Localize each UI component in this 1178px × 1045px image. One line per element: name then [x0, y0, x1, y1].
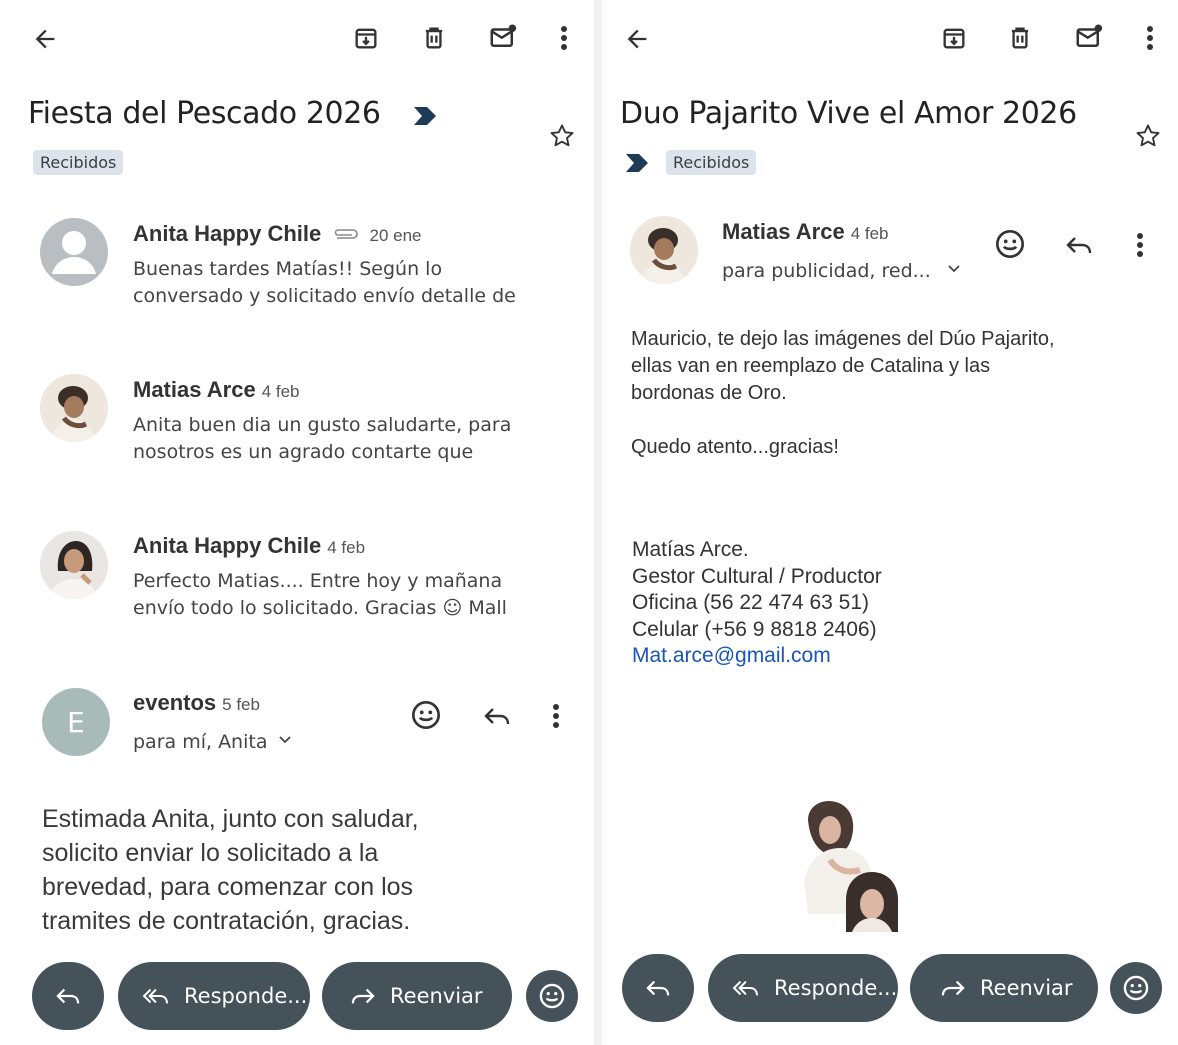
reply-all-icon: [732, 980, 759, 996]
avatar: [630, 216, 698, 284]
reply-button[interactable]: [622, 954, 694, 1022]
reply-all-button[interactable]: Responde...: [708, 954, 898, 1022]
right-email-thread: Duo Pajarito Vive el Amor 2026 Recibidos…: [604, 0, 1178, 1045]
forward-button[interactable]: Reenviar: [322, 962, 512, 1030]
trash-icon[interactable]: [1004, 22, 1036, 54]
message-sender: Matias Arce 4 feb: [133, 377, 300, 403]
message-body: Estimada Anita, junto con saludar, solic…: [42, 805, 419, 935]
importance-marker-icon[interactable]: [622, 150, 652, 176]
more-vert-icon[interactable]: [550, 22, 578, 54]
reply-all-icon: [142, 988, 169, 1004]
message-snippet: Buenas tardes Matías!! Según lo conversa…: [133, 258, 516, 307]
emoji-react-button[interactable]: [526, 970, 578, 1022]
inline-photo[interactable]: [800, 800, 924, 932]
panel-divider: [594, 0, 602, 1045]
signature-role: Gestor Cultural / Productor: [632, 564, 882, 588]
avatar: E: [42, 688, 110, 756]
recipients-label: para publicidad, red...: [722, 260, 931, 282]
chevron-down-icon: [947, 264, 971, 280]
recipients-toggle[interactable]: para mí, Anita: [133, 731, 298, 753]
message-date: 4 feb: [261, 382, 300, 401]
emoji-react-button[interactable]: [1110, 962, 1162, 1014]
message-sender: Anita Happy Chile 4 feb: [133, 533, 365, 559]
message-snippet: Anita buen dia un gusto saludarte, para …: [133, 414, 512, 463]
back-arrow-icon[interactable]: [28, 22, 62, 56]
back-arrow-icon[interactable]: [620, 22, 654, 56]
email-subject: Duo Pajarito Vive el Amor 2026: [620, 96, 1077, 131]
importance-marker-icon[interactable]: [410, 101, 440, 131]
reply-icon[interactable]: [480, 699, 514, 733]
chevron-down-icon: [278, 735, 298, 751]
emoji-icon[interactable]: [992, 226, 1028, 262]
email-signature: Matías Arce. Gestor Cultural / Productor…: [632, 537, 882, 670]
sender-name: Matias Arce: [133, 377, 256, 402]
forward-icon: [351, 988, 375, 1004]
message-date: 5 feb: [222, 695, 260, 714]
star-icon[interactable]: [1132, 120, 1164, 152]
forward-label: Reenviar: [980, 976, 1073, 1000]
forward-label: Reenviar: [390, 984, 483, 1008]
signature-email-link[interactable]: Mat.arce@gmail.com: [632, 643, 882, 670]
message-sender: eventos 5 feb: [133, 690, 260, 716]
sender-name: Anita Happy Chile: [133, 533, 322, 558]
sender-name: Anita Happy Chile: [133, 221, 322, 246]
attachment-icon: [331, 228, 361, 242]
reply-all-label: Responde...: [774, 976, 898, 1000]
reply-all-button[interactable]: Responde...: [118, 962, 310, 1030]
mark-unread-icon[interactable]: [1072, 20, 1106, 54]
reply-icon: [646, 980, 670, 996]
message-sender: Anita Happy Chile 20 ene: [133, 221, 422, 247]
signature-name: Matías Arce.: [632, 538, 749, 561]
label-chip-inbox[interactable]: Recibidos: [33, 150, 124, 175]
trash-icon[interactable]: [418, 22, 450, 54]
message-date: 4 feb: [327, 538, 366, 557]
sender-name: eventos: [133, 690, 217, 715]
signature-mobile: Celular (+56 9 8818 2406): [632, 617, 877, 641]
more-vert-icon[interactable]: [542, 701, 570, 731]
reply-button[interactable]: [32, 962, 104, 1030]
more-vert-icon[interactable]: [1136, 22, 1164, 54]
star-icon[interactable]: [546, 120, 578, 152]
avatar: [40, 531, 108, 599]
message-sender: Matias Arce 4 feb: [722, 219, 889, 245]
forward-icon: [941, 980, 965, 996]
signature-office: Oficina (56 22 474 63 51): [632, 591, 869, 614]
left-email-thread: Fiesta del Pescado 2026 Recibidos Anita …: [0, 0, 592, 1045]
message-snippet: Perfecto Matias.... Entre hoy y mañana e…: [133, 570, 507, 619]
reply-icon[interactable]: [1062, 228, 1096, 262]
avatar-letter: E: [67, 705, 85, 739]
archive-icon[interactable]: [938, 22, 970, 54]
avatar: [40, 374, 108, 442]
message-body: Mauricio, te dejo las imágenes del Dúo P…: [631, 328, 1055, 458]
label-chip-inbox[interactable]: Recibidos: [666, 150, 757, 175]
mark-unread-icon[interactable]: [486, 20, 520, 54]
email-subject: Fiesta del Pescado 2026: [28, 96, 381, 131]
emoji-icon: [1123, 975, 1149, 1001]
reply-all-label: Responde...: [184, 984, 308, 1008]
forward-button[interactable]: Reenviar: [910, 954, 1098, 1022]
recipients-toggle[interactable]: para publicidad, red...: [722, 260, 971, 282]
more-vert-icon[interactable]: [1126, 230, 1154, 260]
emoji-icon: [539, 983, 565, 1009]
recipients-label: para mí, Anita: [133, 731, 268, 753]
message-date: 4 feb: [850, 224, 889, 243]
message-date: 20 ene: [369, 226, 422, 245]
sender-name: Matias Arce: [722, 219, 845, 244]
archive-icon[interactable]: [350, 22, 382, 54]
reply-icon: [56, 988, 80, 1004]
avatar: [40, 218, 108, 286]
emoji-icon[interactable]: [408, 697, 444, 733]
